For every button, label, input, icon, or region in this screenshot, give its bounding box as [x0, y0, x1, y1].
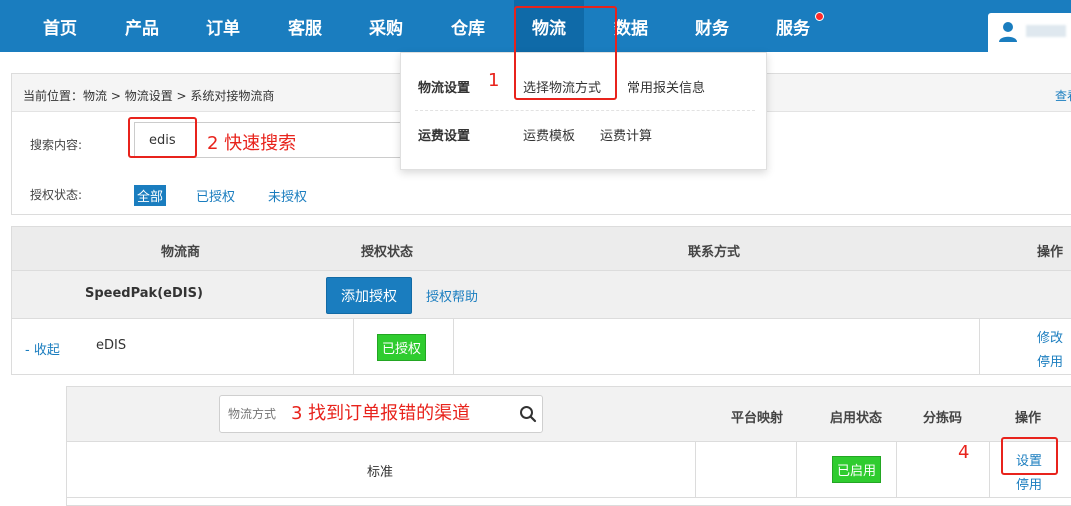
breadcrumb-path: 物流 > 物流设置 > 系统对接物流商 [83, 89, 275, 103]
filter-authorized[interactable]: 已授权 [196, 186, 235, 205]
authorization-help-link[interactable]: 授权帮助 [426, 286, 478, 305]
col-sort-code: 分拣码 [923, 411, 963, 426]
collapse-toggle[interactable]: - 收起 [25, 339, 60, 358]
nav-item-products[interactable]: 产品 [107, 0, 177, 52]
column-divider [453, 319, 454, 375]
channel-disable-link[interactable]: 停用 [1016, 474, 1042, 493]
nav-item-customer-service[interactable]: 客服 [270, 0, 340, 52]
user-icon [999, 22, 1017, 42]
annotation-step-1: 1 [488, 70, 500, 91]
col-auth-status: 授权状态 [361, 245, 414, 260]
search-icon[interactable] [519, 405, 537, 423]
carrier-table-header: 物流商 授权状态 联系方式 操作 [12, 227, 1071, 271]
notification-dot [815, 12, 824, 21]
annotation-box-logistics [514, 6, 617, 100]
column-divider [896, 442, 897, 498]
column-divider [989, 442, 990, 498]
account-name: eDIS [96, 338, 127, 353]
channel-table: 平台映射 启用状态 分拣码 操作 标准 已启用 设置 停用 [66, 386, 1071, 506]
menu-freight-template[interactable]: 运费模板 [523, 125, 575, 144]
col-contact: 联系方式 [688, 245, 741, 260]
dropdown-group-logistics-settings: 物流设置 [418, 81, 471, 96]
nav-item-home[interactable]: 首页 [25, 0, 95, 52]
col-actions: 操作 [1037, 245, 1064, 260]
nav-item-purchasing[interactable]: 采购 [351, 0, 421, 52]
auth-status-label: 授权状态: [30, 188, 83, 202]
col-platform-mapping: 平台映射 [731, 411, 784, 426]
nav-item-orders[interactable]: 订单 [188, 0, 258, 52]
menu-customs-info[interactable]: 常用报关信息 [627, 77, 705, 96]
user-name-blurred [1026, 25, 1066, 37]
carrier-name: SpeedPak(eDIS) [85, 286, 203, 301]
column-divider [796, 442, 797, 498]
add-authorization-button[interactable]: 添加授权 [326, 277, 412, 314]
column-divider [979, 319, 980, 375]
col-enabled-status: 启用状态 [830, 411, 883, 426]
col-carrier: 物流商 [161, 245, 201, 260]
filter-unauthorized[interactable]: 未授权 [268, 186, 307, 205]
breadcrumb-text: 当前位置：物流 > 物流设置 > 系统对接物流商 [23, 87, 274, 104]
filter-all[interactable]: 全部 [134, 185, 167, 206]
dropdown-group-freight-settings: 运费设置 [418, 129, 471, 144]
channel-row: 标准 已启用 设置 停用 [67, 442, 1071, 498]
nav-item-finance[interactable]: 财务 [677, 0, 747, 52]
col-channel-actions: 操作 [1015, 411, 1042, 426]
column-divider [353, 319, 354, 375]
dropdown-divider [415, 110, 755, 111]
account-row: - 收起 eDIS 已授权 修改 停用 [12, 319, 1071, 375]
column-divider [695, 442, 696, 498]
channel-table-header: 平台映射 启用状态 分拣码 操作 [67, 387, 1071, 442]
breadcrumb-prefix: 当前位置： [23, 89, 84, 103]
carrier-row: SpeedPak(eDIS) 添加授权 授权帮助 [12, 271, 1071, 319]
view-link[interactable]: 查看 [1055, 87, 1071, 104]
user-menu[interactable] [988, 13, 1071, 52]
authorized-badge: 已授权 [377, 334, 427, 361]
annotation-box-settings [1001, 437, 1058, 475]
enabled-badge: 已启用 [832, 456, 882, 483]
annotation-step-4: 4 [958, 442, 970, 463]
annotation-box-search [128, 117, 197, 158]
nav-item-warehouse[interactable]: 仓库 [433, 0, 503, 52]
annotation-step-3: 3 找到订单报错的渠道 [291, 403, 471, 424]
nav-item-services-wrapper: 服务 [758, 0, 828, 52]
edit-link[interactable]: 修改 [1037, 327, 1063, 346]
menu-freight-calculator[interactable]: 运费计算 [600, 125, 652, 144]
nav-item-services[interactable]: 服务 [758, 0, 828, 52]
disable-link[interactable]: 停用 [1037, 351, 1063, 370]
channel-name: 标准 [367, 465, 394, 480]
annotation-step-2: 2 快速搜索 [207, 133, 297, 154]
carrier-table: 物流商 授权状态 联系方式 操作 SpeedPak(eDIS) 添加授权 授权帮… [11, 226, 1071, 375]
search-label: 搜索内容: [30, 138, 83, 152]
